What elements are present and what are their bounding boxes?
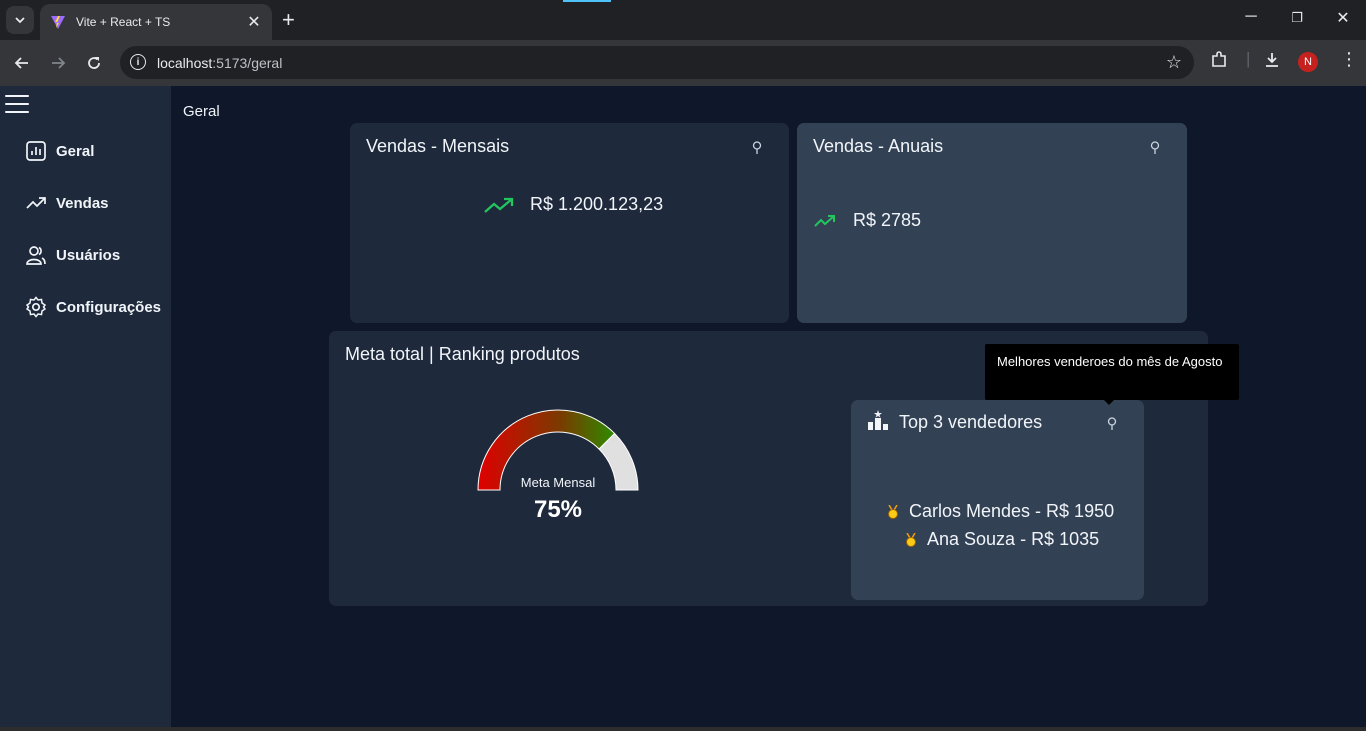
yearly-sales-card: Vendas - Anuais R$ 2785 [797, 123, 1187, 323]
bookmark-star-icon[interactable]: ☆ [1166, 52, 1182, 73]
pin-icon[interactable] [1107, 417, 1117, 431]
restore-button[interactable]: ❐ [1274, 10, 1320, 26]
browser-tab-bar: Vite + React + TS ✕ + ─ ❐ ✕ [0, 0, 1366, 40]
trending-up-icon [26, 197, 46, 209]
seller-text: Ana Souza - R$ 1035 [927, 529, 1100, 549]
page-title: Geral [183, 103, 220, 120]
site-info-icon[interactable]: i [130, 54, 146, 70]
top-sellers-title: Top 3 vendedores [899, 412, 1043, 432]
forward-arrow-icon[interactable] [46, 51, 70, 75]
sidebar-item-label: Configurações [56, 298, 162, 316]
podium-icon [868, 410, 888, 430]
sidebar-item-geral[interactable]: Geral [25, 139, 94, 163]
seller-text: Carlos Mendes - R$ 1950 [909, 501, 1115, 521]
medal-icon [906, 532, 916, 547]
tooltip-arrow [1103, 399, 1115, 405]
tab-title: Vite + React + TS [76, 15, 171, 29]
menu-kebab-icon[interactable]: ⋮ [1340, 49, 1358, 70]
gear-icon [25, 296, 47, 318]
top-sellers-card: Top 3 vendedores [851, 400, 1144, 600]
gauge-value: 75% [533, 496, 583, 523]
window-accent-line [563, 0, 611, 2]
profile-avatar[interactable]: N [1298, 52, 1318, 72]
card-title: Vendas - Mensais [366, 136, 510, 156]
sidebar-item-label: Vendas [56, 194, 109, 212]
monthly-sales-value: R$ 1.200.123,23 [530, 194, 664, 214]
pin-icon[interactable] [752, 141, 762, 155]
app-root: Geral Vendas Usuários Configurações Gera… [0, 86, 1366, 731]
card-title: Vendas - Anuais [813, 136, 944, 156]
sidebar: Geral Vendas Usuários Configurações [0, 86, 171, 731]
gauge-label: Meta Mensal [520, 475, 596, 490]
card-title: Meta total | Ranking produtos [345, 344, 580, 364]
reload-icon[interactable] [82, 51, 106, 75]
minimize-button[interactable]: ─ [1228, 8, 1274, 26]
seller-item: Ana Souza - R$ 1035 [905, 529, 1099, 550]
monthly-sales-card: Vendas - Mensais R$ 1.200.123,23 [350, 123, 789, 323]
bar-chart-icon [26, 141, 46, 161]
tooltip: Melhores venderoes do mês de Agosto [985, 344, 1239, 400]
monthly-value-row: R$ 1.200.123,23 [484, 194, 663, 215]
yearly-value-row: R$ 2785 [814, 210, 921, 231]
sidebar-item-label: Usuários [56, 246, 121, 264]
url-text: localhost:5173/geral [157, 55, 283, 71]
chevron-down-icon [15, 17, 25, 24]
browser-toolbar: i localhost:5173/geral ☆ | ⋮ [0, 40, 1366, 86]
medal-icon [888, 504, 898, 519]
pin-icon[interactable] [1150, 141, 1160, 155]
trending-up-icon [814, 214, 835, 227]
new-tab-button[interactable]: + [282, 9, 295, 31]
taskbar-edge [0, 727, 1366, 731]
toolbar-divider: | [1246, 49, 1251, 68]
close-window-button[interactable]: ✕ [1320, 8, 1366, 28]
sidebar-item-label: Geral [56, 142, 95, 160]
sidebar-item-usuarios[interactable]: Usuários [25, 243, 120, 267]
address-bar[interactable]: i localhost:5173/geral ☆ [120, 46, 1194, 79]
close-tab-icon[interactable]: ✕ [246, 12, 262, 32]
tab-search-button[interactable] [6, 6, 34, 34]
vite-logo-icon [51, 16, 65, 29]
back-arrow-icon[interactable] [10, 51, 34, 75]
download-icon[interactable] [1263, 51, 1281, 74]
trending-up-icon [484, 197, 514, 213]
yearly-sales-value: R$ 2785 [853, 210, 922, 230]
sidebar-item-vendas[interactable]: Vendas [25, 191, 109, 215]
browser-tab[interactable]: Vite + React + TS ✕ [40, 4, 272, 40]
extensions-icon[interactable] [1210, 51, 1228, 74]
seller-item: Carlos Mendes - R$ 1950 [887, 501, 1114, 522]
users-icon [26, 246, 46, 265]
hamburger-menu-icon[interactable] [5, 95, 29, 113]
sidebar-item-configuracoes[interactable]: Configurações [25, 295, 161, 319]
